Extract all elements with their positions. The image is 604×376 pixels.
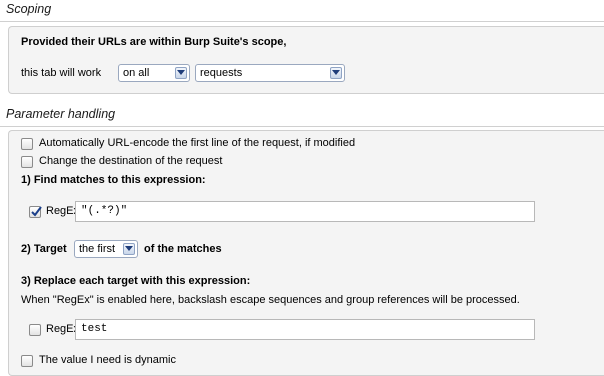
scoping-title-divider [0,21,604,22]
find-expression-value: "(.*?)" [81,205,128,217]
find-expression-heading: 1) Find matches to this expression: [21,174,206,186]
scope-select-value: on all [123,67,150,79]
parameter-handling-title-divider [0,126,604,127]
target-prefix-label: 2) Target [21,243,67,255]
parameter-handling-panel: Automatically URL-encode the first line … [8,130,604,376]
change-destination-checkbox[interactable] [21,156,33,168]
chevron-down-icon [330,67,342,79]
checkmark-icon [31,206,42,217]
chevron-down-icon [123,243,135,255]
parameter-handling-section-title: Parameter handling [6,107,116,121]
regex-note: When "RegEx" is enabled here, backslash … [21,294,520,306]
replace-expression-value: test [81,323,108,335]
replace-expression-input[interactable]: test [75,319,535,340]
chevron-down-icon [175,67,187,79]
target-select-value: the first [79,243,116,255]
dynamic-value-label[interactable]: The value I need is dynamic [39,354,176,366]
find-regex-checkbox[interactable] [29,206,42,218]
change-destination-label[interactable]: Change the destination of the request [39,155,222,167]
request-type-select[interactable]: requests [195,64,345,82]
target-select[interactable]: the first [74,240,138,258]
scoping-prefix-label: this tab will work [21,67,102,79]
find-expression-input[interactable]: "(.*?)" [75,201,535,222]
scope-select[interactable]: on all [118,64,190,82]
url-encode-label[interactable]: Automatically URL-encode the first line … [39,137,355,149]
replace-expression-heading: 3) Replace each target with this express… [21,275,251,287]
replace-regex-checkbox[interactable] [29,324,41,336]
target-suffix-label: of the matches [144,243,222,255]
scoping-heading: Provided their URLs are within Burp Suit… [21,36,287,48]
request-type-select-value: requests [200,67,243,79]
url-encode-checkbox[interactable] [21,138,33,150]
scoping-panel: Provided their URLs are within Burp Suit… [8,26,604,94]
scoping-section-title: Scoping [6,2,52,16]
dynamic-value-checkbox[interactable] [21,355,33,367]
